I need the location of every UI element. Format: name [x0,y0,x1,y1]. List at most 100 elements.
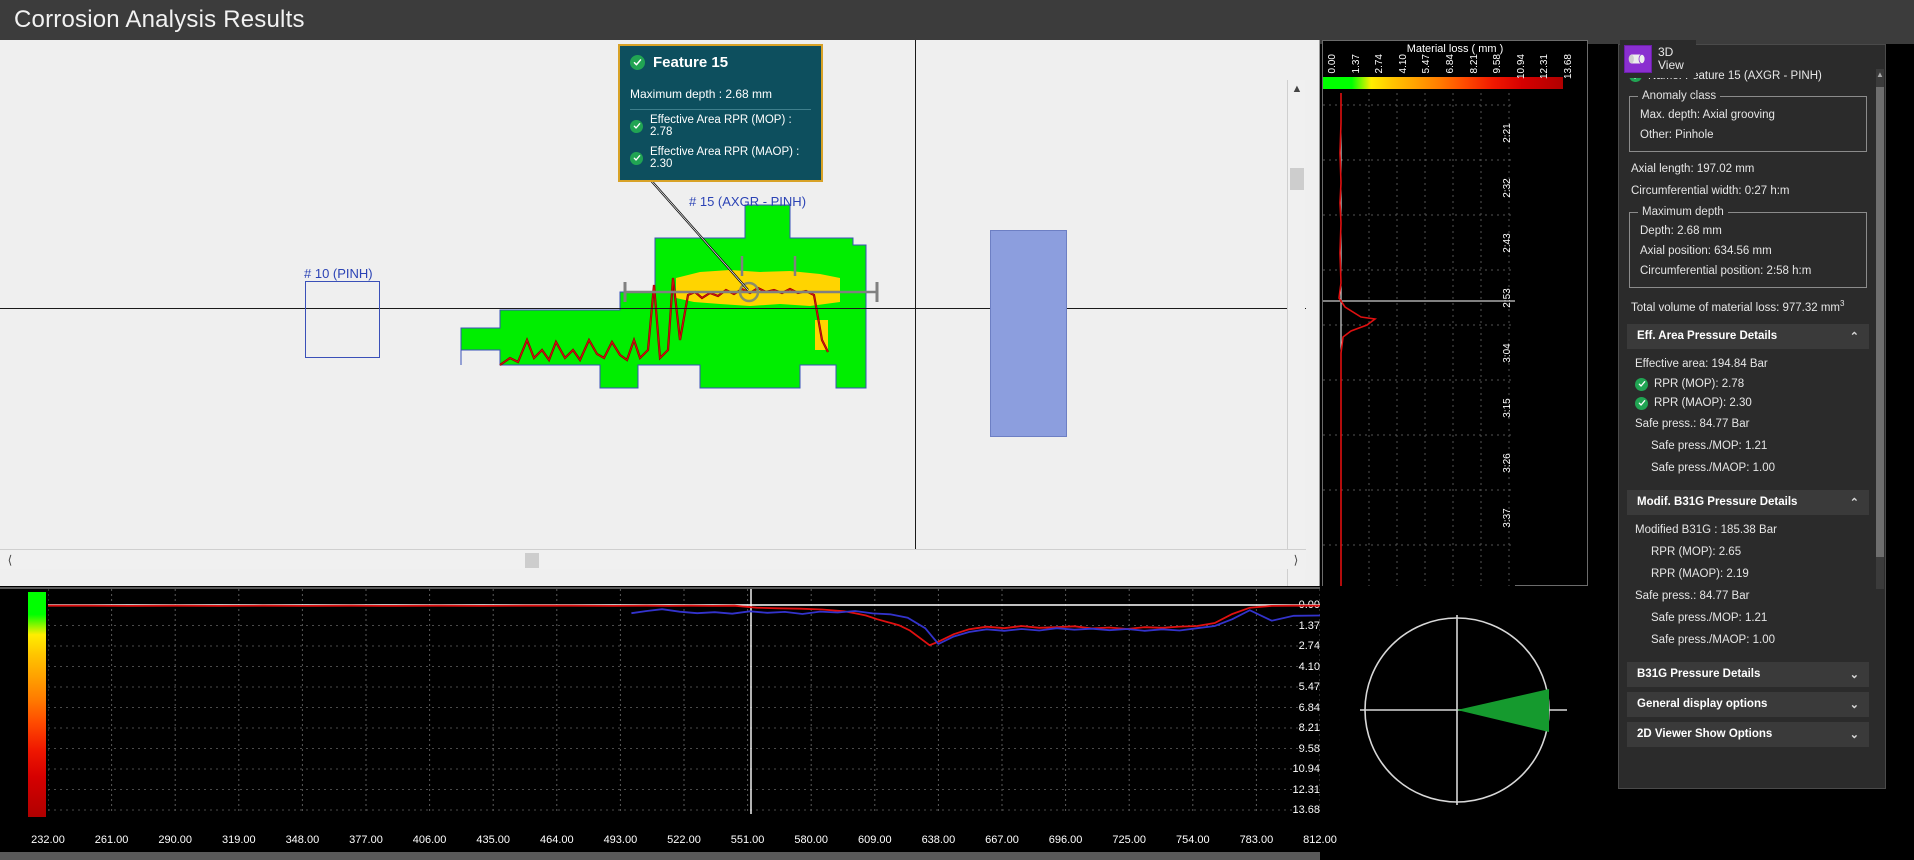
chart-x-tick: 783.00 [1239,834,1274,846]
section-title: Eff. Area Pressure Details [1637,330,1778,343]
axial-length-value: Axial length: 197.02 mm [1631,163,1755,175]
mid-series-red [1338,93,1378,586]
section-header[interactable]: General display options ⌄ [1627,691,1869,717]
horizontal-scroll-thumb[interactable] [525,553,539,568]
feature-box-selected[interactable] [990,230,1067,437]
chart-x-tick: 261.00 [94,834,129,846]
section-row-checked: RPR (MAOP): 2.30 [1627,394,1869,413]
details-scroll-container[interactable]: Name: Feature 15 (AXGR - PINH) Anomaly c… [1619,45,1885,788]
section-row: Effective area: 194.84 Bar [1635,357,1768,370]
maximum-depth-group: Maximum depth Depth: 2.68 mm Axial posit… [1629,206,1867,288]
chevron-down-icon[interactable]: ⌄ [1850,668,1859,681]
material-loss-tick: 13.68 [1563,54,1574,80]
viewer-horizontal-scrollbar[interactable]: ⟨ ⟩ [0,549,1306,569]
section-row: Modified B31G : 185.38 Bar [1635,523,1777,536]
circumferential-plot-svg [1323,93,1515,586]
chart-x-tick: 377.00 [349,834,383,846]
material-loss-chart[interactable]: Material loss ( mm ) 0.001.372.744.105.4… [0,587,1337,860]
clock-position-tick: 2:53 [1502,288,1513,308]
section-header[interactable]: Eff. Area Pressure Details ⌃ [1627,323,1869,349]
max-depth-value: Depth: 2.68 mm [1640,225,1722,237]
total-volume-row: Total volume of material loss: 977.32 mm… [1623,294,1873,319]
section-row-label: RPR (MAOP): 2.30 [1654,397,1752,410]
check-circle-icon [630,55,645,70]
scroll-up-icon[interactable]: ▲ [1288,80,1306,98]
material-loss-tick: 2.74 [1374,54,1386,74]
3d-view-label-line2: View [1658,58,1684,72]
section-row: Safe press./MOP: 1.21 [1651,611,1768,624]
chart-x-tick: 232.00 [31,834,65,846]
clock-position-tick: 3:26 [1502,453,1513,473]
circumferential-width-value: Circumferential width: 0:27 h:m [1631,185,1790,197]
viewer-vertical-cursor[interactable] [915,40,916,567]
material-loss-tick: 9.58 [1492,54,1504,74]
chart-bottom-bar [0,852,1320,860]
section-row: RPR (MAOP): 2.19 [1651,567,1749,580]
clock-position-tick: 3:04 [1502,343,1513,363]
check-circle-icon [630,119,643,133]
chevron-down-icon[interactable]: ⌄ [1850,728,1859,741]
clock-position-tick: 2:32 [1502,178,1513,198]
anomaly-other-class: Other: Pinhole [1640,129,1714,141]
chart-svg [48,589,1320,814]
chart-x-tick: 348.00 [285,834,320,846]
circumferential-plot[interactable]: 2:21 2:32 2:43 2:53 3:04 3:15 3:26 3:37 [1323,93,1515,586]
chart-gridlines [48,589,1320,814]
chevron-down-icon[interactable]: ⌄ [1850,698,1859,711]
anomaly-class-group: Anomaly class Max. depth: Axial grooving… [1629,90,1867,152]
scroll-right-icon[interactable]: ⟩ [1288,550,1304,570]
material-loss-tick: 0.00 [1327,54,1338,74]
chevron-up-icon[interactable]: ⌃ [1850,330,1859,343]
circumferential-position-value: Circumferential position: 2:58 h:m [1640,265,1812,277]
vertical-scroll-thumb[interactable] [1290,168,1304,190]
chart-x-tick: 725.00 [1112,834,1147,846]
clock-position-tick: 2:21 [1502,123,1513,143]
details-scroll-up-icon[interactable]: ▲ [1876,69,1884,79]
section-header[interactable]: Modif. B31G Pressure Details ⌃ [1627,489,1869,515]
feature-details-panel[interactable]: Name: Feature 15 (AXGR - PINH) Anomaly c… [1618,44,1886,789]
section-row: Safe press.: 84.77 Bar [1635,589,1750,602]
check-circle-icon [630,151,643,165]
section-title: General display options [1637,698,1768,711]
chart-x-tick: 667.00 [985,834,1019,846]
3d-view-button-label: 3D View [1658,46,1684,71]
section-title: B31G Pressure Details [1637,668,1761,681]
page-title: Corrosion Analysis Results [14,6,305,33]
circumferential-clock-gauge [1342,595,1572,825]
section-row-label: RPR (MOP): 2.78 [1654,378,1745,391]
chart-x-tick: 464.00 [539,834,574,846]
material-loss-tick: 10.94 [1515,54,1527,80]
chevron-up-icon[interactable]: ⌃ [1850,496,1859,509]
section-header[interactable]: B31G Pressure Details ⌄ [1627,661,1869,687]
feature-tooltip[interactable]: Feature 15 Maximum depth : 2.68 mm Effec… [618,44,823,182]
chart-plot-area[interactable] [48,589,1320,814]
viewer-horizontal-axis [0,308,1306,309]
tooltip-body: Effective Area RPR (MOP) : 2.78 Effectiv… [620,110,821,180]
anomaly-max-depth-class: Max. depth: Axial grooving [1640,109,1775,121]
clock-position-tick: 2:43 [1502,233,1513,253]
chart-x-tick: 522.00 [667,834,701,846]
axial-position-value: Axial position: 634.56 mm [1640,245,1772,257]
material-loss-tick: 6.84 [1445,54,1456,74]
material-loss-tick: 4.10 [1397,54,1409,74]
scroll-left-icon[interactable]: ⟨ [2,550,18,570]
mid-gridlines [1323,93,1515,586]
gauge-extent-wedge [1457,689,1549,732]
section-row: Safe press./MOP: 1.21 [1651,439,1768,452]
feature-box-10[interactable] [305,281,380,358]
tooltip-row-rpr-maop: Effective Area RPR (MAOP) : 2.30 [620,142,821,174]
circumferential-profile-panel[interactable]: Material loss ( mm ) 0.00 1.37 2.74 4.10 5.4… [1322,40,1588,586]
section-header[interactable]: 2D Viewer Show Options ⌄ [1627,721,1869,747]
3d-view-button[interactable]: 3D View [1620,40,1696,78]
feature-label-10: # 10 (PINH) [304,266,373,281]
chart-x-tick: 812.00 [1303,834,1337,846]
clock-gauge-svg [1360,615,1567,805]
total-volume-exponent: 3 [1840,299,1845,308]
tooltip-header: Feature 15 [620,46,821,80]
tooltip-title: Feature 15 [653,54,729,71]
material-loss-tick: 12.31 [1539,54,1551,80]
tooltip-max-depth: Maximum depth : 2.68 mm [630,87,773,101]
viewer-vertical-scrollbar[interactable]: ▲ ▼ [1287,80,1305,586]
details-vertical-scrollbar[interactable]: ▲ [1876,69,1884,589]
details-scroll-thumb[interactable] [1876,87,1884,557]
